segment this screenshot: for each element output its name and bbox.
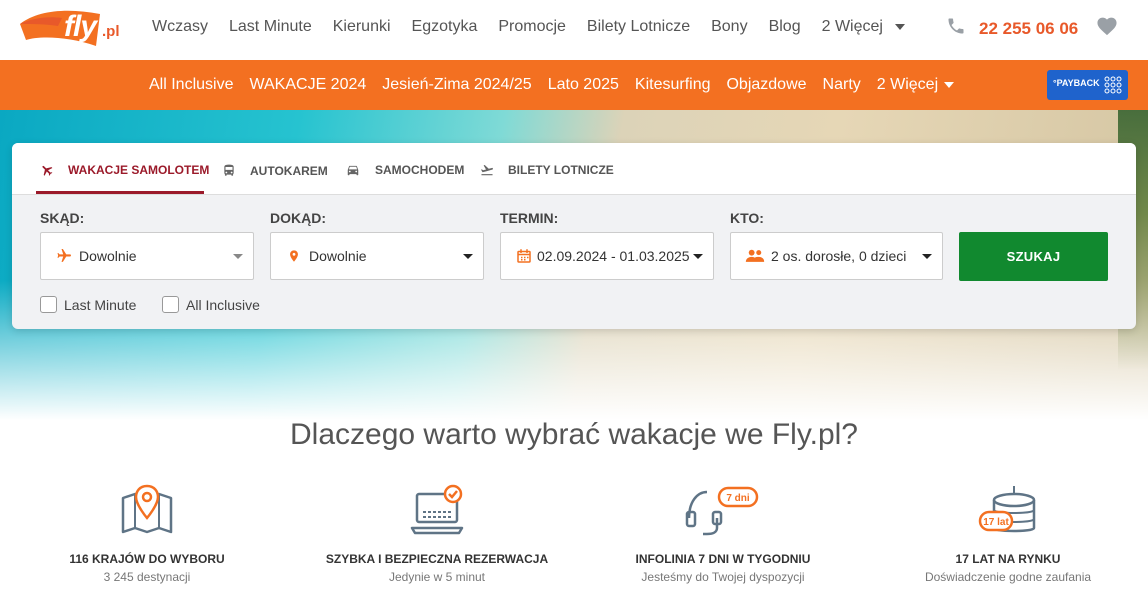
feature-subtitle: Jesteśmy do Twojej dyspozycji xyxy=(641,570,805,584)
feature-subtitle: 3 245 destynacji xyxy=(103,570,191,584)
nav-item-blog[interactable]: Blog xyxy=(769,18,801,36)
logo-suffix: .pl xyxy=(102,23,120,40)
feature-experience: 17 lat 17 LAT NA RYNKU Doświadczenie god… xyxy=(878,484,1138,584)
search-button[interactable]: SZUKAJ xyxy=(959,232,1108,281)
bus-icon xyxy=(224,164,234,176)
category-more-button[interactable]: 2 Więcej xyxy=(876,76,955,94)
chevron-down-icon xyxy=(922,254,932,259)
who-label: KTO: xyxy=(730,210,764,226)
car-icon xyxy=(347,165,359,176)
plane-icon xyxy=(42,165,53,176)
cake-icon: 17 lat xyxy=(978,486,1036,533)
payback-label: °PAYBACK xyxy=(1053,78,1100,88)
logo[interactable]: fly .pl xyxy=(18,6,128,50)
phone-icon xyxy=(948,18,964,34)
plane-icon xyxy=(57,249,71,262)
logo-text: fly xyxy=(64,10,97,43)
feature-booking: SZYBKA I BEZPIECZNA REZERWACJA Jedynie w… xyxy=(307,484,567,584)
feature-title: 17 LAT NA RYNKU xyxy=(955,552,1061,566)
from-value: Dowolnie xyxy=(79,248,137,264)
checkbox-last-minute[interactable]: Last Minute xyxy=(40,296,136,313)
feature-title: SZYBKA I BEZPIECZNA REZERWACJA xyxy=(325,552,549,566)
category-more-label: 2 Więcej xyxy=(876,76,939,93)
category-kitesurfing[interactable]: Kitesurfing xyxy=(635,76,711,94)
nav-item-bony[interactable]: Bony xyxy=(711,18,747,36)
checkbox-label: All Inclusive xyxy=(186,296,260,313)
nav-item-kierunki[interactable]: Kierunki xyxy=(333,18,391,36)
who-select[interactable]: 2 os. dorosłe, 0 dzieci xyxy=(730,232,943,280)
category-jesien-zima[interactable]: Jesień-Zima 2024/25 xyxy=(382,76,531,94)
takeoff-icon xyxy=(481,165,493,176)
category-narty[interactable]: Narty xyxy=(823,76,861,94)
checkbox-box[interactable] xyxy=(40,296,57,313)
checkbox-label: Last Minute xyxy=(64,296,137,313)
who-value: 2 os. dorosłe, 0 dzieci xyxy=(771,248,907,264)
feature-title: 116 KRAJÓW DO WYBORU xyxy=(69,552,225,566)
tab-wakacje-samolotem[interactable]: WAKACJE SAMOLOTEM xyxy=(40,163,209,177)
to-value: Dowolnie xyxy=(309,248,367,264)
active-tab-indicator xyxy=(36,191,204,194)
feature-title: INFOLINIA 7 DNI W TYGODNIU xyxy=(635,552,811,566)
category-objazdowe[interactable]: Objazdowe xyxy=(726,76,806,94)
feature-countries: 116 KRAJÓW DO WYBORU 3 245 destynacji xyxy=(17,484,277,584)
category-all-inclusive[interactable]: All Inclusive xyxy=(149,76,233,94)
experience-badge-text: 17 lat xyxy=(983,517,1009,528)
calendar-icon xyxy=(517,249,531,263)
tab-samochodem[interactable]: SAMOCHODEM xyxy=(345,163,464,177)
nav-more-label: 2 Więcej xyxy=(821,18,883,35)
why-section-title: Dlaczego warto wybrać wakacje we Fly.pl? xyxy=(290,418,858,451)
tab-label: BILETY LOTNICZE xyxy=(508,163,614,177)
category-nav: All Inclusive WAKACJE 2024 Jesień-Zima 2… xyxy=(149,76,970,94)
map-pin-icon xyxy=(121,484,173,534)
tab-autokarem[interactable]: AUTOKAREM xyxy=(222,163,328,178)
chevron-down-icon xyxy=(693,254,703,259)
nav-item-wczasy[interactable]: Wczasy xyxy=(152,18,208,36)
category-lato-2025[interactable]: Lato 2025 xyxy=(548,76,619,94)
tab-label: AUTOKAREM xyxy=(250,163,328,178)
date-value: 02.09.2024 - 01.03.2025 xyxy=(537,248,690,264)
phone-number[interactable]: 22 255 06 06 xyxy=(979,19,1078,39)
nav-item-egzotyka[interactable]: Egzotyka xyxy=(412,18,478,36)
chevron-down-icon xyxy=(944,81,955,88)
tab-label: WAKACJE SAMOLOTEM xyxy=(68,163,210,177)
chevron-down-icon xyxy=(894,24,905,30)
feature-subtitle: Doświadczenie godne zaufania xyxy=(924,570,1092,584)
main-nav: Wczasy Last Minute Kierunki Egzotyka Pro… xyxy=(152,18,926,36)
heart-icon[interactable] xyxy=(1096,16,1118,36)
payback-badge[interactable]: °PAYBACK xyxy=(1047,70,1128,100)
people-icon xyxy=(745,249,765,262)
tab-bilety-lotnicze[interactable]: BILETY LOTNICZE xyxy=(480,163,614,177)
headset-icon: 7 dni xyxy=(685,486,759,536)
hotline-badge-text: 7 dni xyxy=(726,493,750,504)
checkbox-all-inclusive[interactable]: All Inclusive xyxy=(162,296,260,313)
chevron-down-icon xyxy=(463,254,473,259)
feature-hotline: 7 dni INFOLINIA 7 DNI W TYGODNIU Jesteśm… xyxy=(593,484,853,584)
from-label: SKĄD: xyxy=(40,210,85,226)
category-wakacje-2024[interactable]: WAKACJE 2024 xyxy=(249,76,366,94)
date-label: TERMIN: xyxy=(500,210,559,226)
nav-item-promocje[interactable]: Promocje xyxy=(498,18,566,36)
from-select[interactable]: Dowolnie xyxy=(40,232,254,280)
checkbox-box[interactable] xyxy=(162,296,179,313)
laptop-check-icon xyxy=(410,484,464,535)
to-label: DOKĄD: xyxy=(270,210,326,226)
search-tabs: WAKACJE SAMOLOTEM AUTOKAREM SAMOCHODEM B… xyxy=(12,143,1136,195)
payback-dots-icon xyxy=(1104,76,1122,94)
category-bar: All Inclusive WAKACJE 2024 Jesień-Zima 2… xyxy=(0,60,1148,110)
chevron-down-icon xyxy=(233,254,243,259)
tab-label: SAMOCHODEM xyxy=(375,163,465,177)
date-select[interactable]: 02.09.2024 - 01.03.2025 xyxy=(500,232,714,280)
search-panel: WAKACJE SAMOLOTEM AUTOKAREM SAMOCHODEM B… xyxy=(12,143,1136,329)
feature-subtitle: Jedynie w 5 minut xyxy=(388,570,486,584)
nav-more-button[interactable]: 2 Więcej xyxy=(822,18,905,36)
top-bar: fly .pl Wczasy Last Minute Kierunki Egzo… xyxy=(0,0,1148,60)
nav-item-last-minute[interactable]: Last Minute xyxy=(229,18,312,36)
to-select[interactable]: Dowolnie xyxy=(270,232,484,280)
nav-item-bilety-lotnicze[interactable]: Bilety Lotnicze xyxy=(587,18,690,36)
map-pin-icon xyxy=(290,250,298,262)
